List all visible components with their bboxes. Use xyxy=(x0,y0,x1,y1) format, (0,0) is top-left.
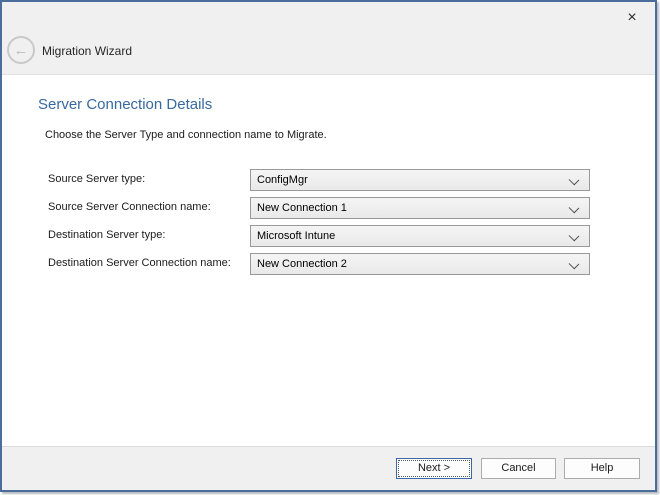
cancel-button[interactable]: Cancel xyxy=(481,458,556,479)
page-title: Server Connection Details xyxy=(38,96,212,113)
source-connection-name-dropdown[interactable]: New Connection 1 xyxy=(250,197,590,219)
destination-connection-name-row: Destination Server Connection name: New … xyxy=(2,253,655,275)
destination-connection-name-value: New Connection 2 xyxy=(257,254,347,275)
next-button[interactable]: Next > xyxy=(396,458,472,479)
wizard-title: Migration Wizard xyxy=(42,44,132,58)
source-server-type-value: ConfigMgr xyxy=(257,170,308,191)
page-instruction: Choose the Server Type and connection na… xyxy=(45,129,327,141)
destination-server-type-value: Microsoft Intune xyxy=(257,226,335,247)
destination-connection-name-label: Destination Server Connection name: xyxy=(48,257,231,269)
close-button[interactable]: × xyxy=(617,6,647,30)
wizard-footer: Next > Cancel Help xyxy=(2,446,655,490)
chevron-down-icon xyxy=(569,259,580,270)
wizard-header: × ← Migration Wizard xyxy=(2,2,655,75)
destination-server-type-row: Destination Server type: Microsoft Intun… xyxy=(2,225,655,247)
chevron-down-icon xyxy=(569,175,580,186)
source-connection-name-value: New Connection 1 xyxy=(257,198,347,219)
migration-wizard-window: × ← Migration Wizard Server Connection D… xyxy=(0,0,657,492)
close-icon: × xyxy=(627,9,636,27)
wizard-content: Server Connection Details Choose the Ser… xyxy=(2,76,655,442)
destination-server-type-label: Destination Server type: xyxy=(48,229,165,241)
chevron-down-icon xyxy=(569,203,580,214)
back-arrow-icon: ← xyxy=(14,43,29,58)
destination-connection-name-dropdown[interactable]: New Connection 2 xyxy=(250,253,590,275)
back-button[interactable]: ← xyxy=(7,36,35,64)
source-connection-name-row: Source Server Connection name: New Conne… xyxy=(2,197,655,219)
destination-server-type-dropdown[interactable]: Microsoft Intune xyxy=(250,225,590,247)
chevron-down-icon xyxy=(569,231,580,242)
source-server-type-label: Source Server type: xyxy=(48,173,145,185)
help-button[interactable]: Help xyxy=(564,458,640,479)
source-server-type-dropdown[interactable]: ConfigMgr xyxy=(250,169,590,191)
source-server-type-row: Source Server type: ConfigMgr xyxy=(2,169,655,191)
source-connection-name-label: Source Server Connection name: xyxy=(48,201,211,213)
